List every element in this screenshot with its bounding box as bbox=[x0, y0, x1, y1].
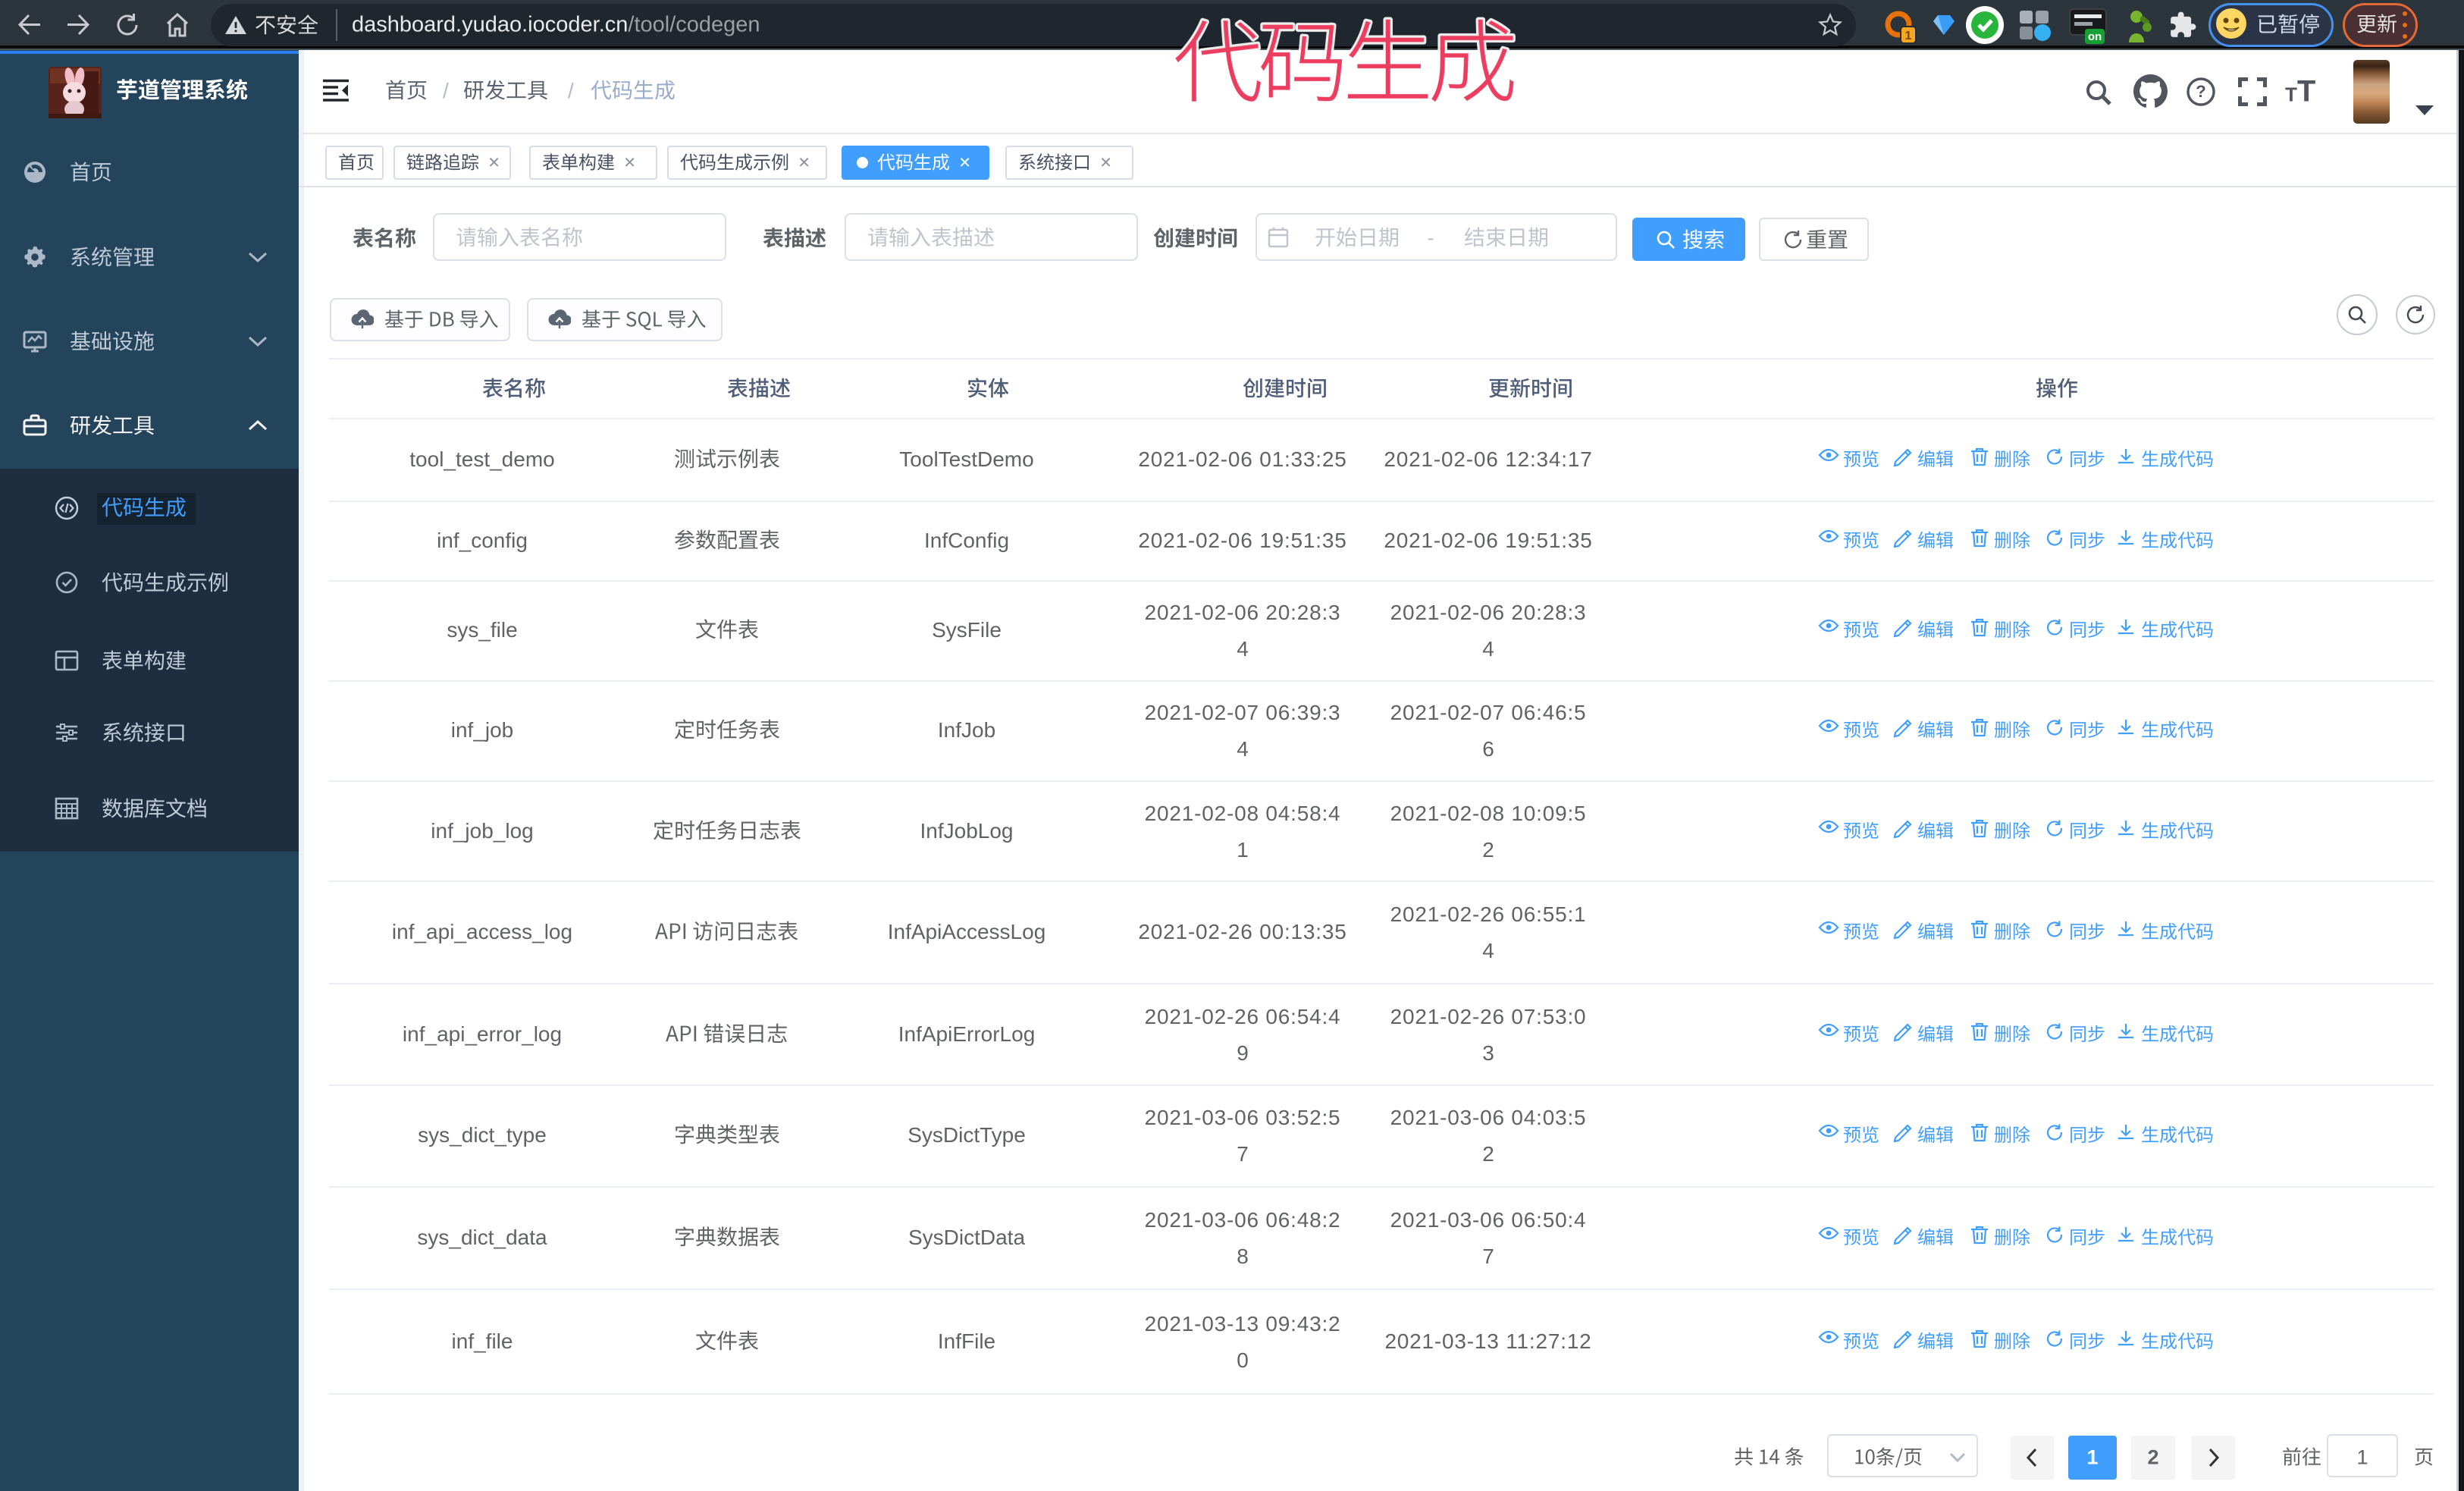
svg-text:on: on bbox=[2088, 30, 2102, 43]
svg-text:?: ? bbox=[2196, 82, 2205, 101]
svg-text:1: 1 bbox=[1905, 30, 1912, 42]
